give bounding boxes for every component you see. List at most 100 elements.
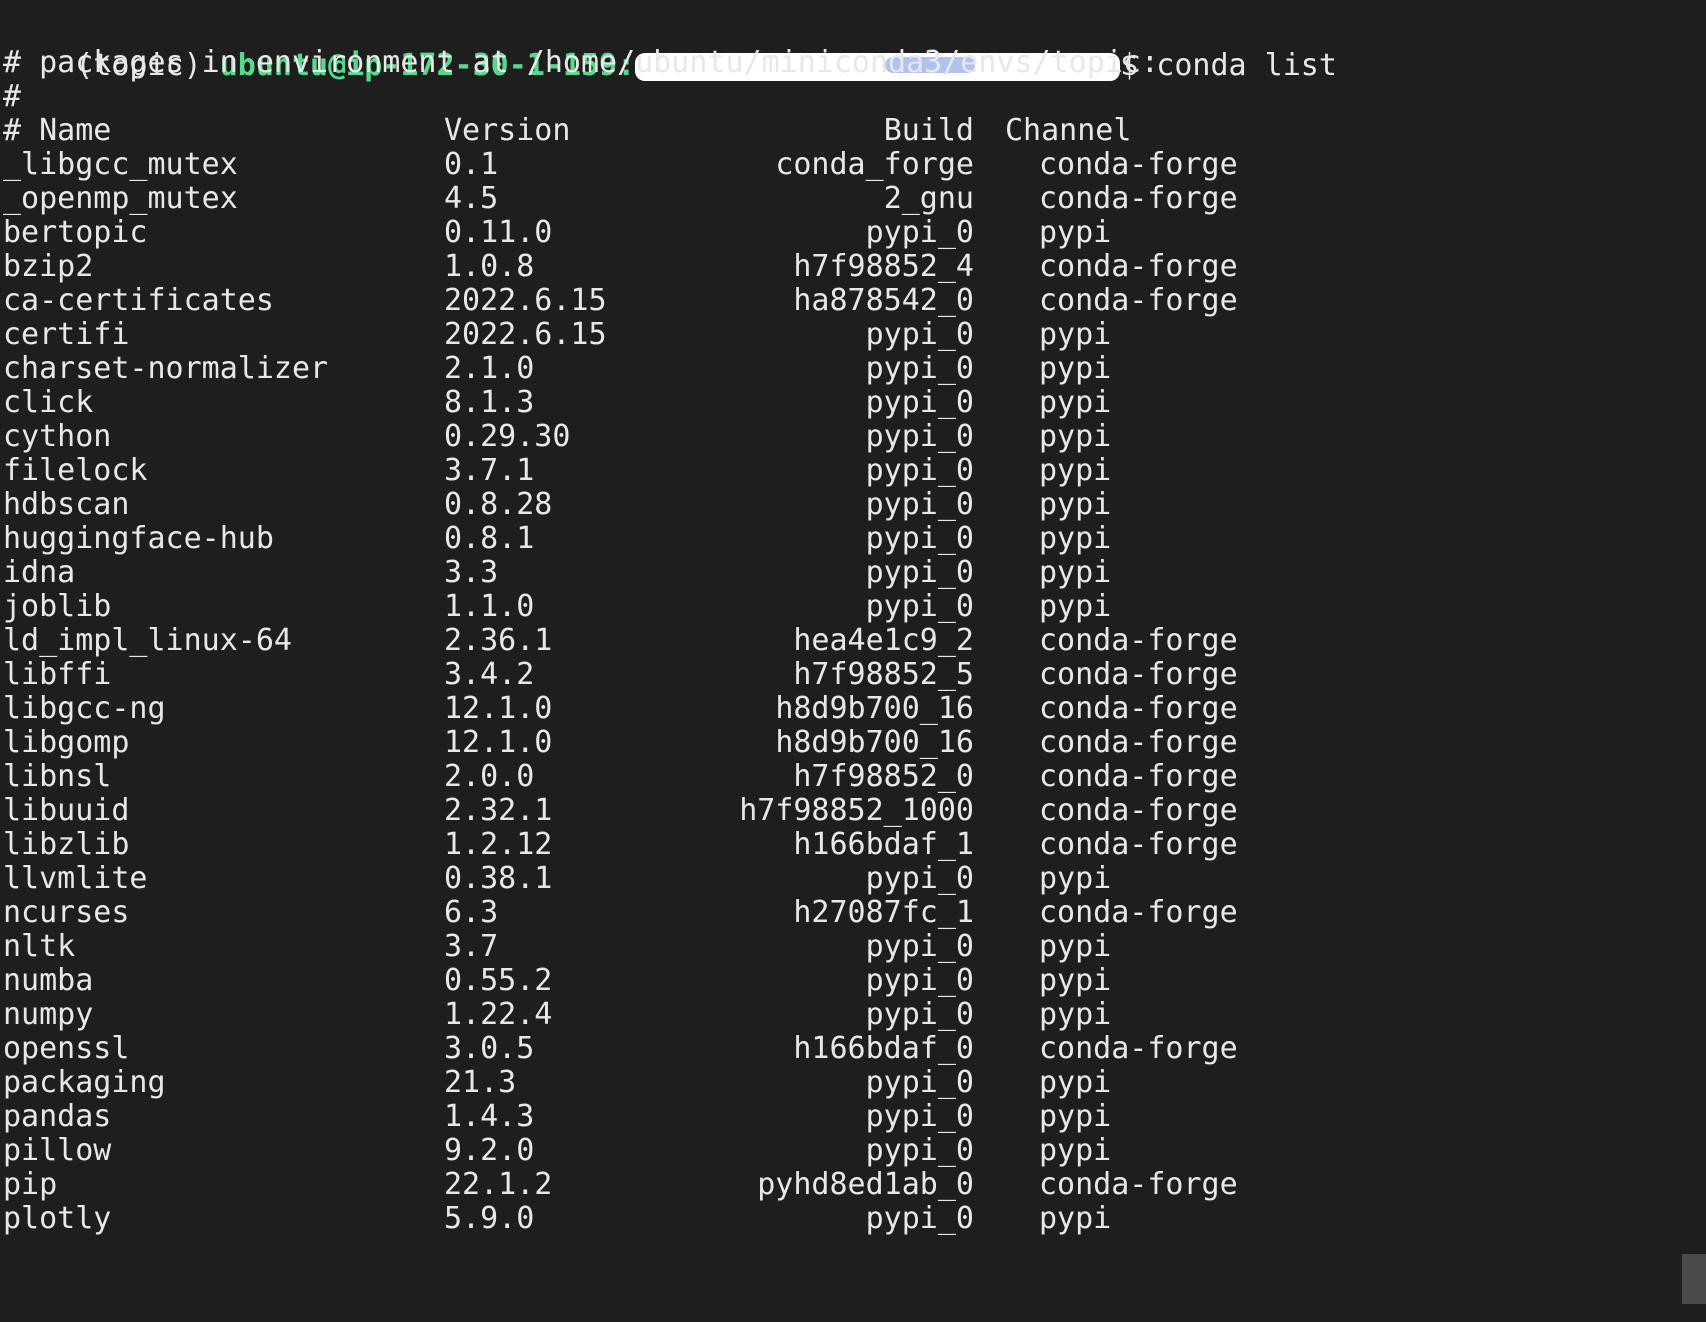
package-build: h7f98852_4: [793, 249, 974, 284]
package-channel: conda-forge: [1039, 623, 1238, 658]
package-build: pypi_0: [865, 963, 974, 998]
terminal-window[interactable]: (topic) ubuntu@ip-172-30-1-159: $ conda l…: [0, 0, 1706, 1322]
package-row: libuuid 2.32.1 h7f98852_1000 conda-forge: [3, 792, 1303, 829]
package-channel: pypi: [1039, 929, 1112, 964]
package-row: pillow 9.2.0 pypi_0 pypi: [3, 1132, 1303, 1169]
package-channel: conda-forge: [1039, 827, 1238, 862]
package-channel: conda-forge: [1039, 691, 1238, 726]
package-row: cython 0.29.30 pypi_0 pypi: [3, 418, 1303, 455]
package-row: libffi 3.4.2 h7f98852_5 conda-forge: [3, 656, 1303, 693]
package-build: pypi_0: [865, 589, 974, 624]
package-row: idna 3.3 pypi_0 pypi: [3, 554, 1303, 591]
table-header: # Name Version Build Channel: [3, 112, 1303, 149]
package-channel: conda-forge: [1039, 657, 1238, 692]
package-row: pandas 1.4.3 pypi_0 pypi: [3, 1098, 1303, 1135]
package-build: pypi_0: [865, 215, 974, 250]
package-build: pypi_0: [865, 453, 974, 488]
package-build: h166bdaf_0: [793, 1031, 974, 1066]
package-row: ca-certificates 2022.6.15 ha878542_0 conda-…: [3, 282, 1303, 319]
package-channel: conda-forge: [1039, 1031, 1238, 1066]
package-build: pypi_0: [865, 1065, 974, 1100]
package-row: joblib 1.1.0 pypi_0 pypi: [3, 588, 1303, 625]
scrollbar-thumb[interactable]: [1682, 1254, 1706, 1304]
package-row: _openmp_mutex 4.5 2_gnu conda-forge: [3, 180, 1303, 217]
package-build: pypi_0: [865, 555, 974, 590]
output-comment-line: #: [3, 79, 22, 114]
package-row: openssl 3.0.5 h166bdaf_0 conda-forge: [3, 1030, 1303, 1067]
package-build: h7f98852_5: [793, 657, 974, 692]
package-row: plotly 5.9.0 pypi_0 pypi: [3, 1200, 1303, 1237]
package-row: ncurses 6.3 h27087fc_1 conda-forge: [3, 894, 1303, 931]
package-channel: pypi: [1039, 1065, 1112, 1100]
package-channel: pypi: [1039, 555, 1112, 590]
package-channel: pypi: [1039, 589, 1112, 624]
package-build: pypi_0: [865, 997, 974, 1032]
package-build: h7f98852_1000: [739, 793, 974, 828]
package-build: pypi_0: [865, 521, 974, 556]
package-build: hea4e1c9_2: [793, 623, 974, 658]
package-build: pypi_0: [865, 1133, 974, 1168]
package-channel: conda-forge: [1039, 147, 1238, 182]
package-channel: pypi: [1039, 487, 1112, 522]
package-row: filelock 3.7.1 pypi_0 pypi: [3, 452, 1303, 489]
package-build: pypi_0: [865, 317, 974, 352]
package-build: pypi_0: [865, 861, 974, 896]
package-row: libgomp 12.1.0 h8d9b700_16 conda-forge: [3, 724, 1303, 761]
package-row: huggingface-hub 0.8.1 pypi_0 pypi: [3, 520, 1303, 557]
package-channel: pypi: [1039, 963, 1112, 998]
package-build: h7f98852_0: [793, 759, 974, 794]
package-channel: pypi: [1039, 1099, 1112, 1134]
package-channel: pypi: [1039, 317, 1112, 352]
package-row: numpy 1.22.4 pypi_0 pypi: [3, 996, 1303, 1033]
package-row: click 8.1.3 pypi_0 pypi: [3, 384, 1303, 421]
package-build: h8d9b700_16: [775, 691, 974, 726]
package-row: libzlib 1.2.12 h166bdaf_1 conda-forge: [3, 826, 1303, 863]
package-channel: pypi: [1039, 419, 1112, 454]
package-build: pypi_0: [865, 929, 974, 964]
output-comment-line: # packages in environment at /home/ubunt…: [3, 45, 1159, 80]
package-row: libgcc-ng 12.1.0 h8d9b700_16 conda-forge: [3, 690, 1303, 727]
package-channel: pypi: [1039, 1133, 1112, 1168]
package-build: pyhd8ed1ab_0: [757, 1167, 974, 1202]
package-row: nltk 3.7 pypi_0 pypi: [3, 928, 1303, 965]
package-build: h166bdaf_1: [793, 827, 974, 862]
package-channel: pypi: [1039, 351, 1112, 386]
package-channel: conda-forge: [1039, 793, 1238, 828]
prompt-line: (topic) ubuntu@ip-172-30-1-159: $ conda l…: [3, 10, 1337, 83]
package-channel: pypi: [1039, 453, 1112, 488]
package-build: pypi_0: [865, 351, 974, 386]
package-channel: pypi: [1039, 997, 1112, 1032]
package-row: llvmlite 0.38.1 pypi_0 pypi: [3, 860, 1303, 897]
package-row: pip 22.1.2 pyhd8ed1ab_0 conda-forge: [3, 1166, 1303, 1203]
package-build: pypi_0: [865, 419, 974, 454]
package-build: h8d9b700_16: [775, 725, 974, 760]
package-channel: conda-forge: [1039, 283, 1238, 318]
package-channel: pypi: [1039, 861, 1112, 896]
package-row: _libgcc_mutex 0.1 conda_forge conda-forge: [3, 146, 1303, 183]
package-channel: pypi: [1039, 385, 1112, 420]
package-channel: conda-forge: [1039, 249, 1238, 284]
header-build: Build: [883, 113, 974, 148]
package-row: packaging 21.3 pypi_0 pypi: [3, 1064, 1303, 1101]
package-build: pypi_0: [865, 1201, 974, 1236]
package-channel: pypi: [1039, 215, 1112, 250]
package-row: bertopic 0.11.0 pypi_0 pypi: [3, 214, 1303, 251]
package-channel: pypi: [1039, 1201, 1112, 1236]
package-row: certifi 2022.6.15 pypi_0 pypi: [3, 316, 1303, 353]
package-channel: pypi: [1039, 521, 1112, 556]
package-build: pypi_0: [865, 385, 974, 420]
package-row: bzip2 1.0.8 h7f98852_4 conda-forge: [3, 248, 1303, 285]
package-build: 2_gnu: [883, 181, 974, 216]
package-build: conda_forge: [775, 147, 974, 182]
package-build: pypi_0: [865, 487, 974, 522]
header-channel: Channel: [1005, 113, 1132, 148]
package-channel: conda-forge: [1039, 725, 1238, 760]
package-channel: conda-forge: [1039, 759, 1238, 794]
package-build: h27087fc_1: [793, 895, 974, 930]
package-row: charset-normalizer 2.1.0 pypi_0 pypi: [3, 350, 1303, 387]
package-build: ha878542_0: [793, 283, 974, 318]
package-row: libnsl 2.0.0 h7f98852_0 conda-forge: [3, 758, 1303, 795]
package-row: numba 0.55.2 pypi_0 pypi: [3, 962, 1303, 999]
package-row: hdbscan 0.8.28 pypi_0 pypi: [3, 486, 1303, 523]
package-channel: conda-forge: [1039, 895, 1238, 930]
